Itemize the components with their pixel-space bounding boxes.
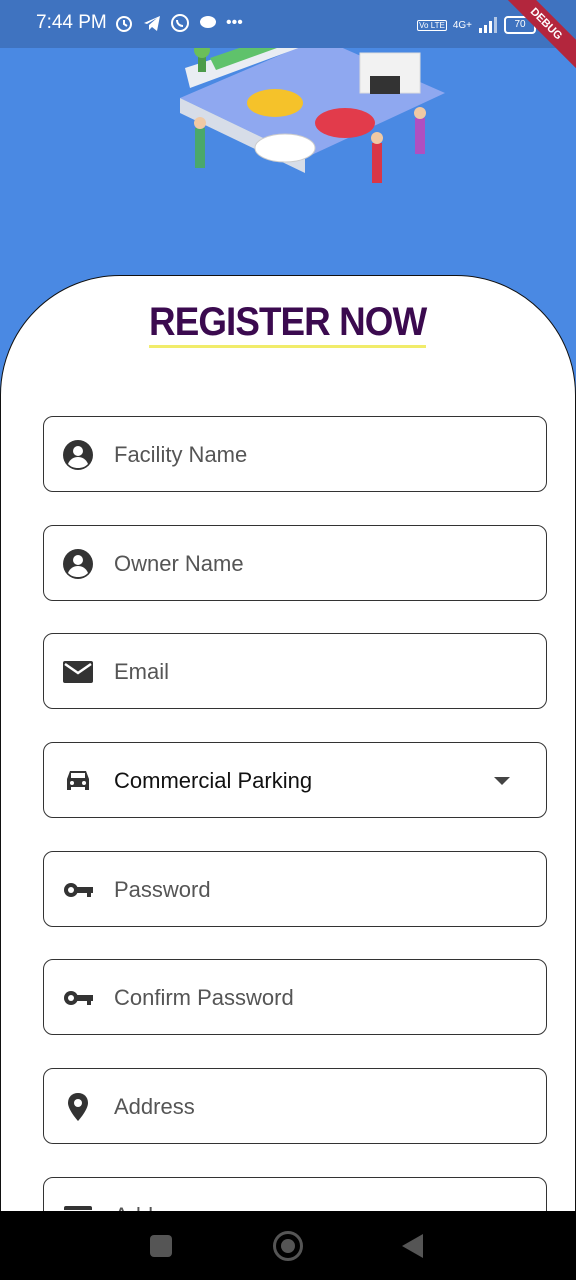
network-label: 4G+ — [452, 19, 472, 31]
status-time: 7:44 PM — [36, 12, 107, 33]
signal-icon — [479, 17, 497, 33]
password-placeholder: Password — [114, 877, 211, 902]
key-icon — [64, 991, 93, 1005]
email-placeholder: Email — [114, 659, 170, 684]
confirm-password-field[interactable]: Confirm Password — [43, 959, 547, 1035]
key-icon — [64, 883, 93, 897]
location-pin-icon — [68, 1093, 88, 1121]
system-icons: Vo LTE 4G+ 70 — [417, 16, 536, 34]
back-button[interactable] — [402, 1234, 423, 1258]
email-field[interactable]: Email — [43, 633, 547, 709]
facility-type-dropdown[interactable]: Commercial Parking — [43, 742, 547, 818]
navigation-bar — [0, 1211, 576, 1280]
whatsapp-icon — [171, 14, 189, 32]
owner-name-placeholder: Owner Name — [114, 551, 244, 576]
mail-icon — [63, 661, 93, 683]
page-title: REGISTER NOW — [149, 300, 428, 348]
register-title-container: REGISTER NOW — [0, 300, 576, 348]
facility-name-placeholder: Facility Name — [114, 442, 248, 467]
car-icon — [67, 771, 89, 790]
password-field[interactable]: Password — [43, 851, 547, 927]
facility-name-field[interactable]: Facility Name — [43, 416, 547, 492]
volte-icon: Vo LTE — [417, 19, 447, 31]
more-notifications-icon: ••• — [226, 14, 243, 31]
telegram-icon — [144, 16, 160, 31]
address-field[interactable]: Address — [43, 1068, 547, 1144]
alarm-icon — [116, 16, 132, 32]
recents-button[interactable] — [150, 1235, 172, 1257]
status-bar: 7:44 PM ••• Vo LTE 4G+ 70 — [0, 0, 576, 48]
facility-type-value: Commercial Parking — [114, 768, 313, 793]
home-button[interactable] — [273, 1231, 303, 1261]
chat-icon — [200, 16, 216, 28]
owner-name-field[interactable]: Owner Name — [43, 525, 547, 601]
confirm-password-placeholder: Confirm Password — [114, 985, 294, 1010]
address-placeholder: Address — [114, 1094, 195, 1119]
account-circle-icon — [63, 549, 93, 579]
account-circle-icon — [63, 440, 93, 470]
notification-icons: ••• — [114, 13, 243, 33]
chevron-down-icon[interactable] — [494, 777, 510, 785]
parking-illustration — [180, 28, 445, 183]
